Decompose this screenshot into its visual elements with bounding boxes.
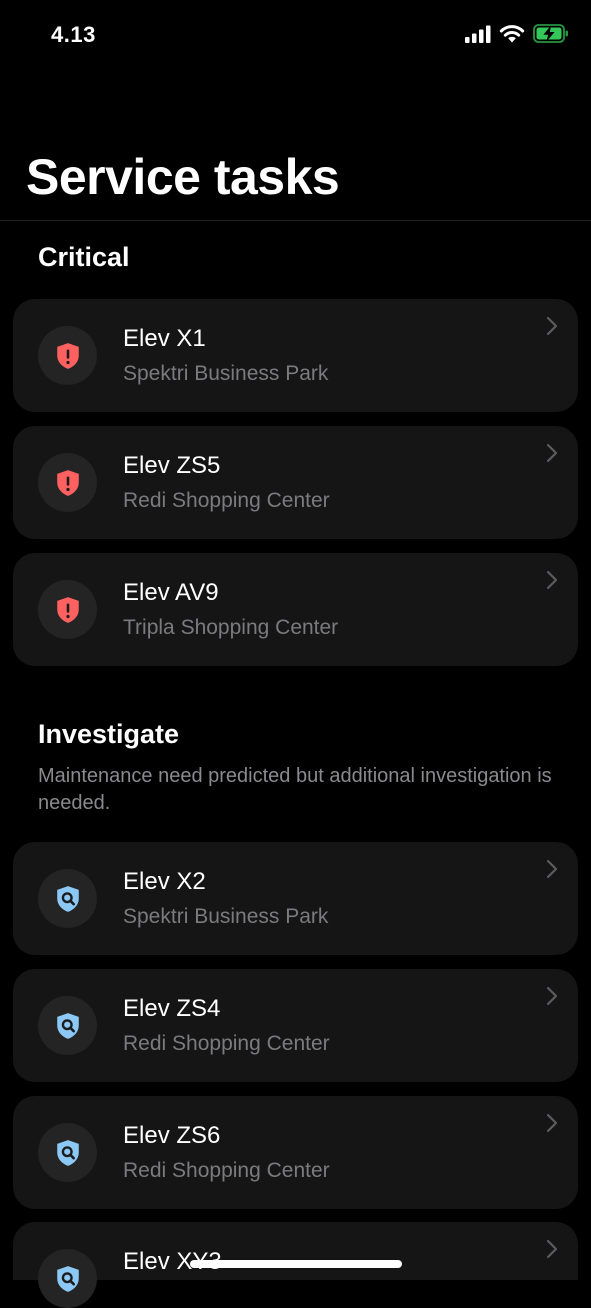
task-card[interactable]: Elev X1 Spektri Business Park bbox=[13, 299, 578, 412]
shield-exclamation-icon bbox=[38, 453, 97, 512]
task-name: Elev AV9 bbox=[123, 579, 219, 606]
chevron-right-icon bbox=[546, 1239, 558, 1259]
shield-search-icon bbox=[38, 1249, 97, 1308]
section-title-investigate: Investigate bbox=[38, 719, 180, 749]
cellular-signal-icon bbox=[465, 25, 491, 43]
chevron-right-icon bbox=[546, 443, 558, 463]
page-title: Service tasks bbox=[26, 149, 340, 205]
task-card[interactable]: Elev ZS5 Redi Shopping Center bbox=[13, 426, 578, 539]
chevron-right-icon bbox=[546, 570, 558, 590]
task-location: Redi Shopping Center bbox=[123, 1159, 330, 1182]
shield-search-icon bbox=[38, 1123, 97, 1182]
status-icons bbox=[465, 24, 569, 43]
task-location: Spektri Business Park bbox=[123, 905, 329, 928]
task-card[interactable]: Elev AV9 Tripla Shopping Center bbox=[13, 553, 578, 666]
chevron-right-icon bbox=[546, 986, 558, 1006]
chevron-right-icon bbox=[546, 1113, 558, 1133]
task-card[interactable]: Elev XY3 bbox=[13, 1222, 578, 1308]
wifi-icon bbox=[499, 25, 525, 43]
section-title-critical: Critical bbox=[38, 242, 130, 272]
status-bar: 4.13 bbox=[0, 0, 591, 70]
task-name: Elev X2 bbox=[123, 868, 206, 895]
task-location: Redi Shopping Center bbox=[123, 1032, 330, 1055]
task-location: Redi Shopping Center bbox=[123, 489, 330, 512]
shield-search-icon bbox=[38, 869, 97, 928]
task-card[interactable]: Elev ZS4 Redi Shopping Center bbox=[13, 969, 578, 1082]
shield-search-icon bbox=[38, 996, 97, 1055]
task-name: Elev X1 bbox=[123, 325, 206, 352]
task-card[interactable]: Elev ZS6 Redi Shopping Center bbox=[13, 1096, 578, 1209]
task-name: Elev ZS5 bbox=[123, 452, 221, 479]
shield-exclamation-icon bbox=[38, 326, 97, 385]
home-indicator[interactable] bbox=[190, 1260, 402, 1268]
status-time: 4.13 bbox=[51, 22, 96, 47]
battery-charging-icon bbox=[533, 24, 568, 43]
task-location: Spektri Business Park bbox=[123, 362, 329, 385]
section-description: Maintenance need predicted but additiona… bbox=[38, 765, 552, 814]
chevron-right-icon bbox=[546, 316, 558, 336]
shield-exclamation-icon bbox=[38, 580, 97, 639]
chevron-right-icon bbox=[546, 859, 558, 879]
task-name: Elev ZS4 bbox=[123, 995, 221, 1022]
task-card[interactable]: Elev X2 Spektri Business Park bbox=[13, 842, 578, 955]
task-name: Elev ZS6 bbox=[123, 1122, 221, 1149]
header-divider bbox=[0, 220, 591, 221]
task-location: Tripla Shopping Center bbox=[123, 616, 339, 639]
